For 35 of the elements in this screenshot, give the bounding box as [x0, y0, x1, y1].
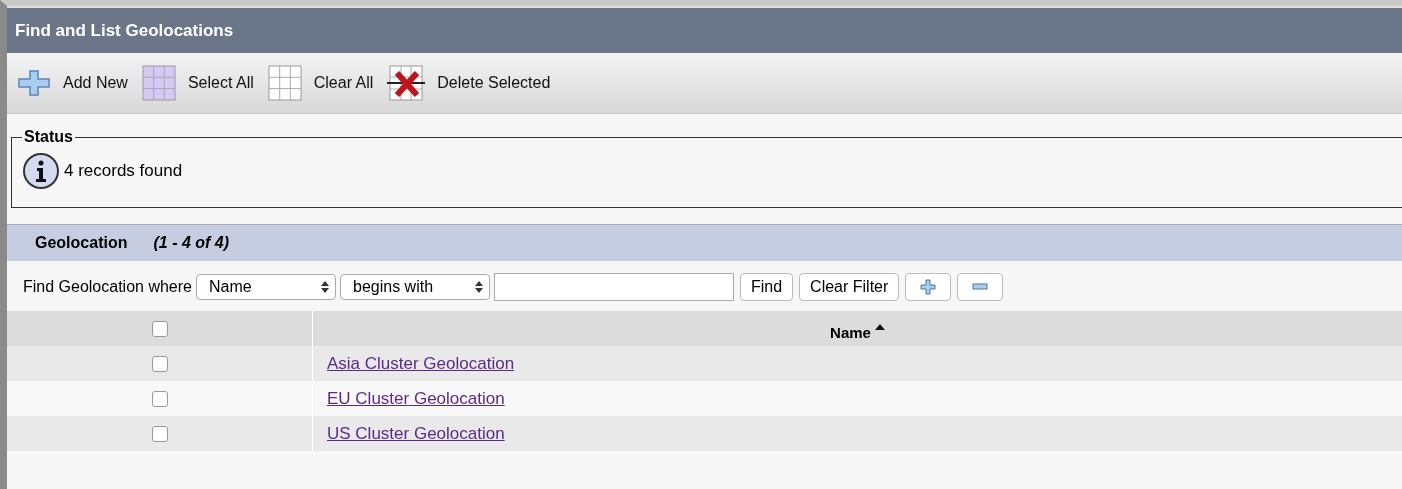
updown-icon	[321, 281, 329, 293]
geolocation-link[interactable]: US Cluster Geolocation	[327, 423, 505, 443]
grid-icon	[267, 65, 302, 101]
sort-ascending-icon	[874, 324, 885, 331]
search-field[interactable]	[494, 273, 734, 301]
plus-icon	[920, 279, 937, 295]
row-checkbox[interactable]	[151, 391, 168, 408]
filter-label: Find Geolocation where	[23, 278, 192, 296]
row-checkbox[interactable]	[151, 356, 168, 373]
record-range: (1 - 4 of 4)	[153, 234, 229, 252]
toolbar-button[interactable]: Clear All	[267, 65, 374, 101]
toolbar-button[interactable]: Add New	[17, 69, 128, 97]
status-legend: Status	[22, 128, 75, 146]
status-message: 4 records found	[64, 161, 183, 181]
toolbar-button[interactable]: Delete Selected	[387, 65, 551, 101]
updown-icon	[475, 281, 483, 293]
operator-dropdown[interactable]: begins with	[340, 274, 490, 300]
geolocation-link[interactable]: EU Cluster Geolocation	[327, 388, 505, 408]
plus-icon	[17, 69, 51, 97]
delete-grid-icon	[387, 65, 426, 101]
minus-icon	[972, 283, 989, 291]
field-dropdown[interactable]: Name	[196, 274, 336, 300]
column-header[interactable]: Name	[830, 316, 885, 341]
info-icon	[22, 152, 60, 190]
find-button[interactable]: Find	[740, 273, 794, 301]
select-all-checkbox[interactable]	[151, 321, 168, 338]
section-title: Geolocation	[35, 234, 128, 252]
filled-grid-icon	[141, 65, 176, 101]
row-checkbox[interactable]	[151, 426, 168, 443]
geolocation-link[interactable]: Asia Cluster Geolocation	[327, 353, 515, 373]
clear-filter-button[interactable]: Clear Filter	[799, 273, 900, 301]
remove-criteria-button[interactable]	[957, 273, 1004, 301]
toolbar-button[interactable]: Select All	[141, 65, 254, 101]
add-criteria-button[interactable]	[905, 273, 952, 301]
window-title: Find and List Geolocations	[15, 20, 234, 41]
